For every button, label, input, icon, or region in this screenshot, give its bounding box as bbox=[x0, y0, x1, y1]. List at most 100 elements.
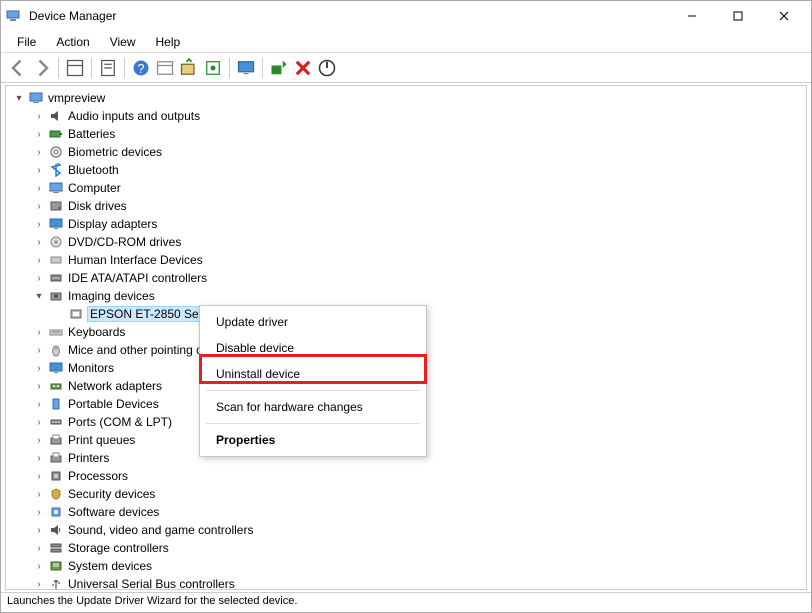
forward-button[interactable] bbox=[31, 57, 53, 79]
properties-button[interactable] bbox=[97, 57, 119, 79]
tree-item[interactable]: › Disk drives bbox=[6, 197, 806, 215]
tree-item-label: Print queues bbox=[68, 433, 135, 447]
monitor-button[interactable] bbox=[235, 57, 257, 79]
tree-item-label: Batteries bbox=[68, 127, 115, 141]
chevron-right-icon[interactable]: › bbox=[32, 559, 46, 573]
enable-button[interactable] bbox=[316, 57, 338, 79]
tree-item-label: DVD/CD-ROM drives bbox=[68, 235, 181, 249]
computer-icon bbox=[28, 90, 44, 106]
toolbar-sep bbox=[91, 58, 92, 78]
chevron-right-icon[interactable]: › bbox=[32, 235, 46, 249]
tree-item[interactable]: › Computer bbox=[6, 179, 806, 197]
chevron-right-icon[interactable]: › bbox=[32, 397, 46, 411]
sound-icon bbox=[48, 522, 64, 538]
tree-item[interactable]: ›Software devices bbox=[6, 503, 806, 521]
audio-icon bbox=[48, 108, 64, 124]
tree-item[interactable]: › IDE ATA/ATAPI controllers bbox=[6, 269, 806, 287]
chevron-right-icon[interactable]: › bbox=[32, 361, 46, 375]
tree-item-label: Ports (COM & LPT) bbox=[68, 415, 172, 429]
options-button[interactable] bbox=[154, 57, 176, 79]
printqueue-icon bbox=[48, 432, 64, 448]
ctx-uninstall-device[interactable]: Uninstall device bbox=[200, 361, 426, 387]
tree-item[interactable]: ›Universal Serial Bus controllers bbox=[6, 575, 806, 590]
chevron-right-icon[interactable]: › bbox=[32, 343, 46, 357]
tree-item-label: Bluetooth bbox=[68, 163, 119, 177]
keyboard-icon bbox=[48, 324, 64, 340]
tree-item[interactable]: › DVD/CD-ROM drives bbox=[6, 233, 806, 251]
tree-item-label: Audio inputs and outputs bbox=[68, 109, 200, 123]
tree-item-label: Disk drives bbox=[68, 199, 127, 213]
menu-view[interactable]: View bbox=[100, 33, 146, 51]
chevron-right-icon[interactable]: › bbox=[32, 541, 46, 555]
tree-item[interactable]: ›Display adapters bbox=[6, 215, 806, 233]
tree-item[interactable]: ›System devices bbox=[6, 557, 806, 575]
chevron-down-icon[interactable]: ▾ bbox=[12, 91, 26, 105]
chevron-right-icon[interactable]: › bbox=[32, 487, 46, 501]
tree-item[interactable]: ›Biometric devices bbox=[6, 143, 806, 161]
tree-item[interactable]: › Batteries bbox=[6, 125, 806, 143]
add-device-button[interactable] bbox=[268, 57, 290, 79]
tree-item[interactable]: ▾ Imaging devices bbox=[6, 287, 806, 305]
chevron-right-icon[interactable]: › bbox=[32, 181, 46, 195]
menu-help[interactable]: Help bbox=[146, 33, 191, 51]
show-hide-button[interactable] bbox=[64, 57, 86, 79]
update-driver-button[interactable] bbox=[178, 57, 200, 79]
chevron-right-icon[interactable]: › bbox=[32, 325, 46, 339]
chevron-right-icon[interactable]: › bbox=[32, 433, 46, 447]
toolbar: ? bbox=[1, 53, 811, 83]
tree-item[interactable]: ›Security devices bbox=[6, 485, 806, 503]
tree-item[interactable]: › Audio inputs and outputs bbox=[6, 107, 806, 125]
chevron-right-icon[interactable]: › bbox=[32, 415, 46, 429]
tree-item[interactable]: › Bluetooth bbox=[6, 161, 806, 179]
chevron-right-icon[interactable]: › bbox=[32, 523, 46, 537]
tree-item[interactable]: ›Human Interface Devices bbox=[6, 251, 806, 269]
tree-item-label: IDE ATA/ATAPI controllers bbox=[68, 271, 207, 285]
tree-item-label: Printers bbox=[68, 451, 109, 465]
tree-item-label: Network adapters bbox=[68, 379, 162, 393]
chevron-right-icon[interactable]: › bbox=[32, 127, 46, 141]
maximize-button[interactable] bbox=[715, 1, 761, 31]
toolbar-sep bbox=[58, 58, 59, 78]
ctx-update-driver[interactable]: Update driver bbox=[200, 309, 426, 335]
toolbar-sep bbox=[229, 58, 230, 78]
menu-file[interactable]: File bbox=[7, 33, 46, 51]
tree-item[interactable]: ›Sound, video and game controllers bbox=[6, 521, 806, 539]
close-button[interactable] bbox=[761, 1, 807, 31]
chevron-right-icon[interactable]: › bbox=[32, 199, 46, 213]
ctx-scan-hardware[interactable]: Scan for hardware changes bbox=[200, 394, 426, 420]
chevron-right-icon[interactable]: › bbox=[32, 451, 46, 465]
tree-item[interactable]: ›Storage controllers bbox=[6, 539, 806, 557]
menu-action[interactable]: Action bbox=[46, 33, 99, 51]
tree-item-label: Computer bbox=[68, 181, 121, 195]
remove-device-button[interactable] bbox=[292, 57, 314, 79]
biometric-icon bbox=[48, 144, 64, 160]
printer-icon bbox=[48, 450, 64, 466]
ctx-separator bbox=[206, 390, 420, 391]
statusbar: Launches the Update Driver Wizard for th… bbox=[1, 592, 811, 612]
chevron-right-icon[interactable]: › bbox=[32, 271, 46, 285]
chevron-right-icon[interactable]: › bbox=[32, 163, 46, 177]
tree-item[interactable]: ›Processors bbox=[6, 467, 806, 485]
chevron-right-icon[interactable]: › bbox=[32, 217, 46, 231]
tree-root-label: vmpreview bbox=[48, 91, 105, 105]
statusbar-text: Launches the Update Driver Wizard for th… bbox=[7, 595, 297, 607]
help-button[interactable]: ? bbox=[130, 57, 152, 79]
ctx-properties[interactable]: Properties bbox=[200, 427, 426, 453]
chevron-right-icon[interactable]: › bbox=[32, 379, 46, 393]
chevron-right-icon[interactable]: › bbox=[32, 505, 46, 519]
scan-hardware-button[interactable] bbox=[202, 57, 224, 79]
system-icon bbox=[48, 558, 64, 574]
chevron-right-icon[interactable]: › bbox=[32, 145, 46, 159]
chevron-right-icon[interactable]: › bbox=[32, 577, 46, 590]
ctx-disable-device[interactable]: Disable device bbox=[200, 335, 426, 361]
chevron-right-icon[interactable]: › bbox=[32, 109, 46, 123]
back-button[interactable] bbox=[7, 57, 29, 79]
tree-root[interactable]: ▾ vmpreview bbox=[6, 89, 806, 107]
chevron-down-icon[interactable]: ▾ bbox=[32, 289, 46, 303]
minimize-button[interactable] bbox=[669, 1, 715, 31]
tree-item-label: Imaging devices bbox=[68, 289, 155, 303]
chevron-right-icon[interactable]: › bbox=[32, 469, 46, 483]
battery-icon bbox=[48, 126, 64, 142]
chevron-right-icon[interactable]: › bbox=[32, 253, 46, 267]
imaging-icon bbox=[48, 288, 64, 304]
